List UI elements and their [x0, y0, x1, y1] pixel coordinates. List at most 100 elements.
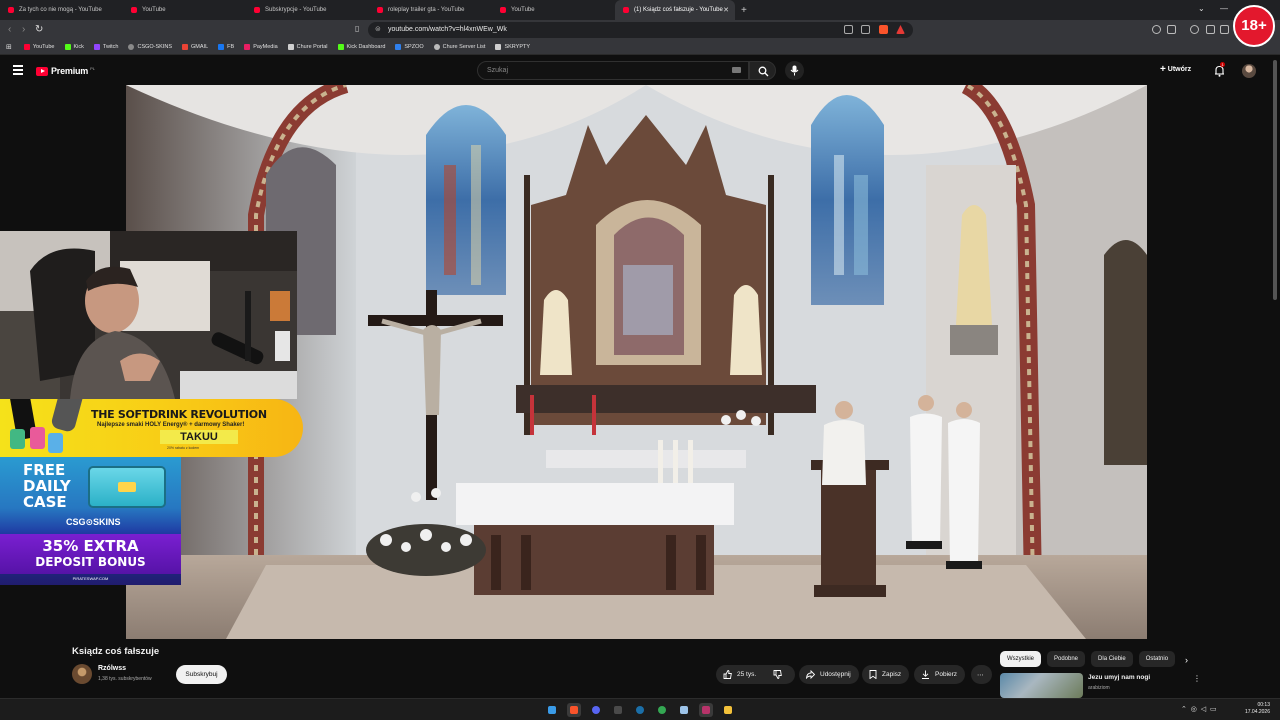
search-button[interactable] [749, 61, 776, 80]
bookmark-fb[interactable]: FB [218, 44, 234, 50]
dislike-button[interactable] [766, 665, 795, 684]
bookmark-csgo-skins[interactable]: CSGO-SKINS [128, 44, 172, 50]
media-controls-icon[interactable] [1190, 25, 1199, 34]
search-icon [758, 66, 769, 77]
bookmark-skrypty[interactable]: SKRYPTY [495, 44, 530, 50]
youtube-favicon-icon [254, 7, 260, 13]
bookmark-spzoo[interactable]: SPZOO [395, 44, 424, 50]
suggested-more-icon[interactable]: ⋮ [1193, 674, 1201, 683]
bookmark-icon[interactable]: ▯ [355, 24, 359, 33]
twitch-icon [93, 44, 100, 50]
more-actions-button[interactable]: ⋯ [971, 665, 992, 684]
sidebar-icon[interactable] [1206, 25, 1215, 34]
bookmark-paymedia[interactable]: PayMedia [244, 44, 278, 50]
youtube-header: Premium PL Szukaj + Utwórz 1 [0, 56, 1280, 85]
system-tray[interactable]: ⌃ ◎ ◁ ▭ [1181, 705, 1217, 713]
extension-icon[interactable] [1152, 25, 1161, 34]
channel-avatar[interactable] [72, 664, 92, 684]
browser-tab[interactable]: YouTube [492, 0, 615, 20]
tab-search-chevron-icon[interactable]: ⌄ [1198, 4, 1205, 13]
puzzle-extensions-icon[interactable] [1167, 25, 1176, 34]
brave-shields-icon[interactable] [879, 25, 888, 34]
csgo-skins-ad-banner[interactable]: FREE DAILY CASE CSG⊙SKINS 35% EXTRA DEPOSI… [0, 457, 181, 585]
browser-tab[interactable]: roleplay trailer gta - YouTube [369, 0, 492, 20]
chip-recent[interactable]: Ostatnio [1138, 651, 1176, 667]
forward-icon[interactable]: › [22, 24, 25, 35]
chrome-icon[interactable] [655, 703, 669, 717]
apps-grid-icon[interactable]: ⊞ [6, 43, 12, 51]
bookmark-youtube[interactable]: YouTube [23, 44, 55, 50]
discord-icon[interactable] [589, 703, 603, 717]
minimize-icon[interactable]: — [1220, 4, 1228, 13]
bookmark-kick[interactable]: Kick [64, 44, 84, 50]
bookmark-gmail[interactable]: GMAIL [182, 44, 208, 50]
page-scrollbar[interactable] [1273, 60, 1277, 300]
download-button[interactable]: Pobierz [914, 665, 966, 684]
thumbs-down-icon [773, 670, 782, 679]
app-shield-icon[interactable] [699, 703, 713, 717]
subscribe-button[interactable]: Subskrybuj [176, 665, 227, 684]
file-explorer-icon[interactable] [721, 703, 735, 717]
wallet-icon[interactable] [1220, 25, 1229, 34]
streamer-webcam-overlay [0, 231, 297, 399]
ad-subline: Najlepsze smaki HOLY Energy® + darmowy S… [97, 422, 245, 428]
share-button[interactable]: Udostępnij [799, 665, 859, 684]
thumbs-up-icon [723, 670, 732, 679]
system-clock[interactable]: 00:13 17.04.2026 [1240, 702, 1270, 716]
ad-site: PIRATESWAP.COM [72, 576, 109, 581]
network-icon: ◎ [1190, 706, 1197, 713]
search-input[interactable]: Szukaj [477, 61, 749, 80]
save-button[interactable]: Zapisz [862, 665, 910, 684]
more-dots-icon: ⋯ [977, 671, 984, 679]
bookmark-save-icon [869, 670, 877, 679]
spzoo-icon [395, 44, 402, 50]
terminal-icon[interactable] [611, 703, 625, 717]
windows-start-icon[interactable] [545, 703, 559, 717]
hamburger-menu-icon[interactable] [13, 65, 23, 75]
bookmarks-bar: ⊞ YouTube Kick Twitch CSGO-SKINS GMAIL F… [0, 40, 1280, 55]
keyboard-icon[interactable] [732, 67, 741, 73]
bookmark-twitch[interactable]: Twitch [93, 44, 118, 50]
account-avatar[interactable] [1242, 64, 1256, 78]
brave-browser-icon[interactable] [567, 703, 581, 717]
holy-energy-ad-banner[interactable]: THE SOFTDRINK REVOLUTION Najlepsze smaki… [0, 399, 303, 457]
ad-brand: CSG⊙SKINS [66, 517, 121, 527]
share-page-icon[interactable] [861, 25, 870, 34]
reload-icon[interactable]: ↻ [35, 24, 43, 35]
youtube-favicon-icon [377, 7, 383, 13]
ad-bonus-strip: 35% EXTRA DEPOSIT BONUS [0, 534, 181, 574]
url-field[interactable]: ⊜ youtube.com/watch?v=hl4xnWEw_Wk [368, 22, 913, 38]
steam-icon[interactable] [633, 703, 647, 717]
browser-tab[interactable]: Za tych co nie mogą - YouTube [0, 0, 123, 20]
chip-similar[interactable]: Podobne [1047, 651, 1086, 667]
youtube-favicon-icon [623, 7, 629, 13]
browser-tab[interactable]: YouTube [123, 0, 246, 20]
bookmark-chure-portal[interactable]: Chure Portal [287, 44, 328, 50]
suggested-video-channel: arabiziom [1088, 685, 1110, 691]
folder-icon [495, 44, 502, 50]
suggested-video-thumbnail[interactable] [1000, 673, 1083, 698]
chip-for-you[interactable]: Dla Ciebie [1091, 651, 1133, 667]
back-icon[interactable]: ‹ [8, 24, 11, 35]
holy-energy-products-icon [7, 399, 88, 453]
like-button[interactable]: 25 tys. [716, 665, 766, 684]
paymedia-icon [244, 44, 251, 50]
site-info-icon[interactable]: ⊜ [375, 22, 381, 38]
create-button[interactable]: + Utwórz [1160, 64, 1191, 75]
suggested-video-title[interactable]: Jezu umyj nam nogi [1088, 674, 1150, 681]
youtube-premium-logo[interactable]: Premium PL [36, 66, 95, 76]
chip-all[interactable]: Wszystkie [1000, 651, 1041, 667]
chips-next-chevron-icon[interactable]: › [1185, 655, 1188, 665]
notepad-icon[interactable] [677, 703, 691, 717]
bookmark-chure-server-list[interactable]: Chure Server List [433, 44, 485, 50]
ad-discount-code: TAKUU [160, 430, 238, 444]
browser-tab-active[interactable]: (1) Ksiądz coś fałszuje - YouTube ✕ [615, 0, 735, 20]
cast-icon[interactable] [844, 25, 853, 34]
globe-icon [433, 44, 440, 50]
new-tab-button[interactable]: + [741, 5, 747, 16]
browser-tab[interactable]: Subskrypcje - YouTube [246, 0, 369, 20]
bookmark-kick-dashboard[interactable]: Kick Dashboard [337, 44, 385, 50]
close-tab-icon[interactable]: ✕ [723, 6, 729, 14]
channel-name[interactable]: Rzólwss [98, 665, 126, 672]
voice-search-button[interactable] [785, 61, 804, 80]
